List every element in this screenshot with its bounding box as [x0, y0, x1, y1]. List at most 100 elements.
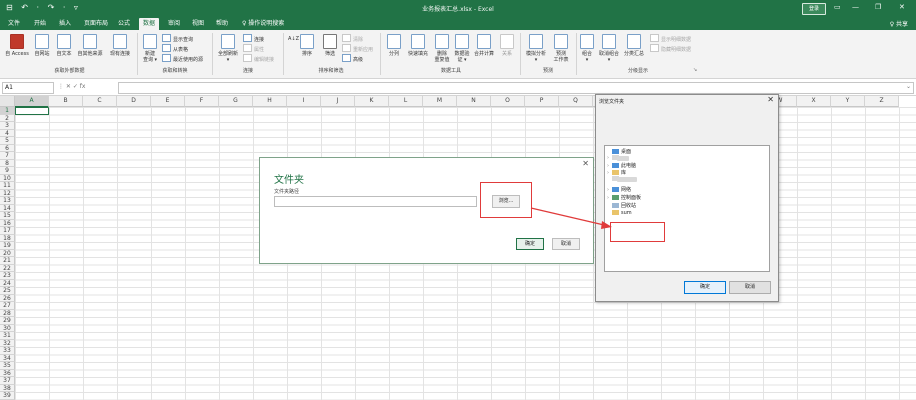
- advanced-filter-button[interactable]: 高级: [342, 54, 363, 63]
- row-header[interactable]: 35: [0, 362, 15, 370]
- tab-data[interactable]: 数据: [139, 18, 160, 30]
- close-window-button[interactable]: ✕: [899, 3, 905, 11]
- formula-input[interactable]: [118, 82, 914, 94]
- row-header[interactable]: 27: [0, 302, 15, 310]
- show-queries-button[interactable]: 显示查询: [162, 34, 193, 43]
- hide-detail-button[interactable]: 隐藏明细数据: [650, 44, 691, 53]
- row-header[interactable]: 8: [0, 159, 15, 167]
- column-header[interactable]: A: [15, 96, 49, 108]
- relationships-button[interactable]: 关系: [498, 34, 516, 57]
- minimize-button[interactable]: —: [852, 3, 859, 11]
- sort-button[interactable]: 排序: [298, 34, 316, 57]
- row-header[interactable]: 19: [0, 242, 15, 250]
- tree-item-this-pc[interactable]: › 此电脑: [607, 162, 636, 169]
- column-header[interactable]: E: [151, 96, 185, 107]
- active-cell-a1[interactable]: [15, 107, 49, 115]
- show-detail-button[interactable]: 显示明细数据: [650, 34, 691, 43]
- cancel-button[interactable]: 取消: [552, 238, 580, 250]
- row-header[interactable]: 2: [0, 114, 15, 122]
- tree-item-network[interactable]: › 网络: [607, 186, 631, 193]
- tab-file[interactable]: 文件: [4, 18, 24, 30]
- column-header[interactable]: P: [525, 96, 559, 107]
- from-web-button[interactable]: 自网站: [31, 34, 53, 57]
- column-header[interactable]: K: [355, 96, 389, 107]
- tree-item-sum[interactable]: sum: [607, 210, 632, 216]
- tab-view[interactable]: 视图: [188, 18, 208, 30]
- filter-button[interactable]: 筛选: [320, 34, 340, 57]
- row-header[interactable]: 6: [0, 144, 15, 152]
- row-header[interactable]: 29: [0, 317, 15, 325]
- row-header[interactable]: 11: [0, 182, 15, 190]
- from-table-button[interactable]: 从表格: [162, 44, 188, 53]
- ok-button[interactable]: 确定: [684, 281, 726, 294]
- column-header[interactable]: G: [219, 96, 253, 107]
- new-query-button[interactable]: 新建 查询 ▾: [140, 34, 160, 63]
- column-header[interactable]: F: [185, 96, 219, 107]
- row-header[interactable]: 12: [0, 189, 15, 197]
- name-box[interactable]: A1: [2, 82, 54, 94]
- column-header[interactable]: J: [321, 96, 355, 107]
- edit-links-button[interactable]: 编辑链接: [243, 54, 274, 63]
- cancel-button[interactable]: 取消: [729, 281, 771, 294]
- restore-button[interactable]: ❐: [875, 3, 881, 11]
- text-to-columns-button[interactable]: 分列: [384, 34, 404, 57]
- row-header[interactable]: 31: [0, 332, 15, 340]
- row-header[interactable]: 39: [0, 392, 15, 400]
- tab-page-layout[interactable]: 页面布局: [80, 18, 112, 30]
- row-header[interactable]: 15: [0, 212, 15, 220]
- select-all-corner[interactable]: [0, 96, 15, 107]
- row-header[interactable]: 37: [0, 377, 15, 385]
- connections-button[interactable]: 连接: [243, 34, 264, 43]
- row-header[interactable]: 23: [0, 272, 15, 280]
- tree-item-control-panel[interactable]: › 控制面板: [607, 194, 641, 201]
- share-button[interactable]: ♀ 共享: [890, 19, 908, 28]
- recent-sources-button[interactable]: 最近使用的源: [162, 54, 203, 63]
- row-header[interactable]: 22: [0, 264, 15, 272]
- row-header[interactable]: 38: [0, 384, 15, 392]
- ungroup-button[interactable]: 取消组合 ▾: [596, 34, 622, 63]
- row-header[interactable]: 17: [0, 227, 15, 235]
- column-header[interactable]: Z: [865, 96, 899, 107]
- data-validation-button[interactable]: 数据验 证 ▾: [452, 34, 472, 63]
- row-header[interactable]: 24: [0, 279, 15, 287]
- tab-home[interactable]: 开始: [30, 18, 50, 30]
- close-icon[interactable]: ✕: [582, 159, 589, 168]
- folder-path-input[interactable]: [274, 196, 477, 207]
- row-header[interactable]: 1: [0, 107, 15, 115]
- tab-insert[interactable]: 插入: [55, 18, 75, 30]
- row-header[interactable]: 26: [0, 294, 15, 302]
- remove-duplicates-button[interactable]: 删除 重复值: [432, 34, 452, 63]
- subtotal-button[interactable]: 分类汇总: [622, 34, 646, 57]
- row-header[interactable]: 9: [0, 167, 15, 175]
- group-button[interactable]: 组合 ▾: [579, 34, 595, 63]
- row-header[interactable]: 30: [0, 324, 15, 332]
- column-header[interactable]: Q: [559, 96, 593, 107]
- row-header[interactable]: 32: [0, 339, 15, 347]
- reapply-button[interactable]: 重新应用: [342, 44, 373, 53]
- row-header[interactable]: 18: [0, 234, 15, 242]
- flash-fill-button[interactable]: 快速填充: [405, 34, 431, 57]
- tab-formulas[interactable]: 公式: [114, 18, 134, 30]
- column-header[interactable]: C: [83, 96, 117, 107]
- column-header[interactable]: L: [389, 96, 423, 107]
- column-header[interactable]: N: [457, 96, 491, 107]
- column-header[interactable]: I: [287, 96, 321, 107]
- row-header[interactable]: 13: [0, 197, 15, 205]
- close-icon[interactable]: ✕: [767, 95, 774, 104]
- row-header[interactable]: 4: [0, 129, 15, 137]
- what-if-analysis-button[interactable]: 模拟分析 ▾: [523, 34, 549, 63]
- row-header[interactable]: 10: [0, 174, 15, 182]
- from-other-sources-button[interactable]: 自其他来源: [75, 34, 105, 57]
- tell-me-search[interactable]: ♀ 操作说明搜索: [238, 18, 288, 30]
- from-text-button[interactable]: 自文本: [53, 34, 75, 57]
- forecast-sheet-button[interactable]: 预测 工作表: [551, 34, 571, 63]
- login-button[interactable]: 登录: [802, 3, 826, 15]
- column-header[interactable]: Y: [831, 96, 865, 107]
- column-header[interactable]: O: [491, 96, 525, 107]
- ribbon-display-icon[interactable]: ▭: [834, 3, 841, 11]
- tree-item-recycle-bin[interactable]: 回收站: [607, 202, 636, 209]
- clear-filter-button[interactable]: 清除: [342, 34, 363, 43]
- row-header[interactable]: 21: [0, 257, 15, 265]
- row-header[interactable]: 34: [0, 354, 15, 362]
- formula-bar-icons[interactable]: ⋮ ✕ ✓ fx: [58, 83, 85, 90]
